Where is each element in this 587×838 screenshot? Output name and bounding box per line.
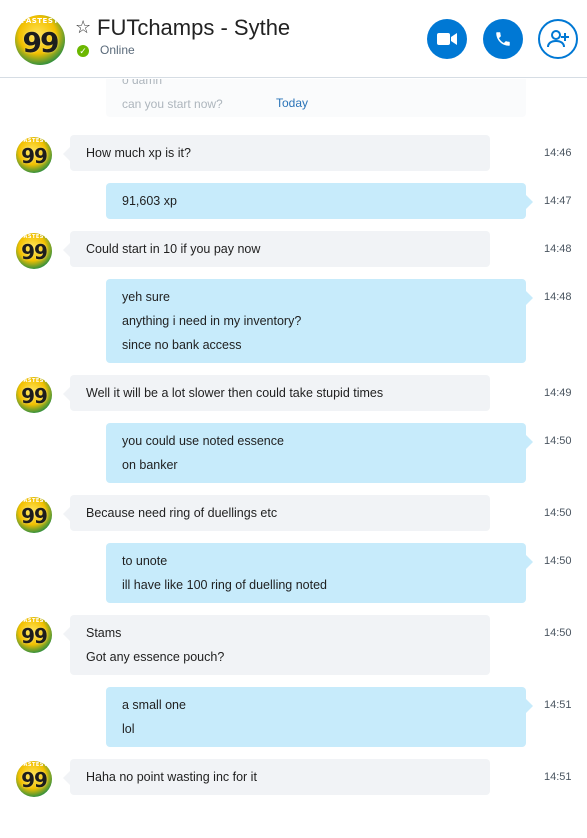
- message-text: Well it will be a lot slower then could …: [86, 386, 384, 400]
- message-text: yeh sure: [122, 290, 170, 304]
- date-divider: Today: [276, 96, 309, 110]
- sender-avatar[interactable]: FASTEST 99: [16, 137, 52, 173]
- sender-avatar[interactable]: FASTEST 99: [16, 233, 52, 269]
- message-text: lol: [122, 722, 135, 736]
- avatar-text: FASTEST: [21, 17, 59, 25]
- outgoing-message[interactable]: 91,603 xp: [106, 183, 533, 219]
- message-text: Got any essence pouch?: [86, 650, 225, 664]
- incoming-message[interactable]: Stams Got any essence pouch?: [63, 615, 490, 675]
- sender-avatar[interactable]: FASTEST 99: [16, 761, 52, 797]
- message-text: since no bank access: [122, 338, 242, 352]
- faded-line: o damn: [122, 79, 163, 87]
- avatar-number: 99: [21, 504, 48, 528]
- avatar-number: 99: [21, 624, 48, 648]
- video-camera-icon: [437, 33, 457, 45]
- outgoing-message[interactable]: to unote ill have like 100 ring of duelli…: [106, 543, 533, 603]
- incoming-message[interactable]: How much xp is it?: [63, 135, 490, 171]
- video-call-button[interactable]: [427, 19, 467, 59]
- message-timestamp: 14:49: [544, 387, 572, 399]
- avatar-number: 99: [22, 26, 60, 59]
- message-timestamp: 14:48: [544, 243, 572, 255]
- message-timestamp: 14:50: [544, 507, 572, 519]
- add-person-icon: [547, 30, 569, 48]
- outgoing-message[interactable]: a small one lol: [106, 687, 533, 747]
- avatar-number: 99: [21, 384, 48, 408]
- message-text: to unote: [122, 554, 168, 568]
- message-text: 91,603 xp: [122, 194, 177, 208]
- message-text: ill have like 100 ring of duelling noted: [122, 578, 327, 592]
- outgoing-message[interactable]: yeh sure anything i need in my inventory?…: [106, 279, 533, 363]
- message-timestamp: 14:46: [544, 147, 572, 159]
- incoming-message[interactable]: Could start in 10 if you pay now: [63, 231, 490, 267]
- sender-avatar[interactable]: FASTEST 99: [16, 377, 52, 413]
- message-timestamp: 14:50: [544, 435, 572, 447]
- incoming-message[interactable]: Haha no point wasting inc for it: [63, 759, 490, 795]
- online-check-icon: ✓: [77, 45, 89, 57]
- voice-call-button[interactable]: [483, 19, 523, 59]
- presence-status: Online: [100, 43, 135, 57]
- message-text: Because need ring of duellings etc: [86, 506, 278, 520]
- avatar-number: 99: [21, 240, 48, 264]
- message-text: Haha no point wasting inc for it: [86, 770, 257, 784]
- message-text: anything i need in my inventory?: [122, 314, 302, 328]
- sender-avatar[interactable]: FASTEST 99: [16, 497, 52, 533]
- contact-name[interactable]: FUTchamps - Sythe: [97, 15, 290, 41]
- message-timestamp: 14:47: [544, 195, 572, 207]
- message-text: on banker: [122, 458, 178, 472]
- message-timestamp: 14:48: [544, 291, 572, 303]
- add-people-button[interactable]: [538, 19, 578, 59]
- message-timestamp: 14:50: [544, 555, 572, 567]
- message-timestamp: 14:51: [544, 699, 572, 711]
- faded-line: can you start now?: [122, 97, 223, 111]
- message-timestamp: 14:51: [544, 771, 572, 783]
- message-text: Could start in 10 if you pay now: [86, 242, 261, 256]
- message-text: Stams: [86, 626, 122, 640]
- message-timeline[interactable]: o damn can you start now? Today FASTEST 9…: [0, 79, 587, 838]
- phone-icon: [496, 32, 510, 46]
- incoming-message[interactable]: Well it will be a lot slower then could …: [63, 375, 490, 411]
- message-text: How much xp is it?: [86, 146, 191, 160]
- message-text: you could use noted essence: [122, 434, 284, 448]
- contact-avatar[interactable]: FASTEST 99: [15, 15, 65, 65]
- message-timestamp: 14:50: [544, 627, 572, 639]
- incoming-message[interactable]: Because need ring of duellings etc: [63, 495, 490, 531]
- sender-avatar[interactable]: FASTEST 99: [16, 617, 52, 653]
- message-text: a small one: [122, 698, 186, 712]
- avatar-number: 99: [21, 144, 48, 168]
- star-icon[interactable]: ☆: [75, 18, 91, 36]
- conversation-header: FASTEST 99 ☆ FUTchamps - Sythe ✓ Online: [0, 0, 587, 78]
- outgoing-message[interactable]: you could use noted essence on banker: [106, 423, 533, 483]
- avatar-number: 99: [21, 768, 48, 792]
